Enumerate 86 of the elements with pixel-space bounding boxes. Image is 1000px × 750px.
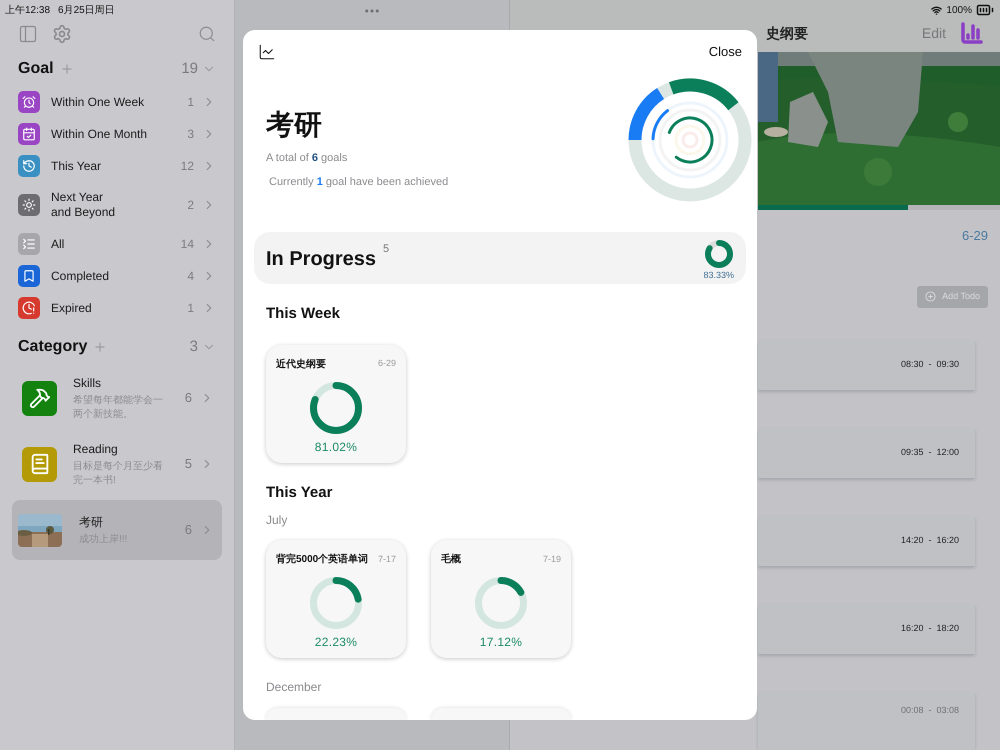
in-progress-label: In Progress: [266, 246, 376, 272]
todo-time: 16:20 - 18:20: [900, 622, 959, 635]
todo-card[interactable]: 09:35 - 12:00: [758, 428, 975, 478]
category-name: Reading: [73, 441, 119, 458]
close-button[interactable]: Close: [708, 42, 742, 62]
sidebar-toggle-icon[interactable]: [18, 24, 38, 44]
summary-text: Currently 1 goal have been achieved: [269, 175, 448, 190]
progress-ring: [475, 577, 527, 629]
add-icon[interactable]: [60, 62, 74, 76]
category-description: 目标是每个月至少看完一本书!: [73, 460, 164, 488]
item-label: This Year: [51, 158, 102, 174]
search-icon[interactable]: [198, 25, 216, 43]
add-icon: [925, 291, 936, 302]
in-progress-percent: 83.33%: [703, 268, 734, 282]
item-count: 5: [184, 455, 192, 474]
item-label: All: [51, 236, 64, 252]
progress-ring: [310, 577, 362, 629]
item-count: 3: [187, 126, 194, 143]
category-list-item[interactable]: Reading 目标是每个月至少看完一本书! 5: [12, 434, 222, 494]
todo-card[interactable]: 14:20 - 16:20: [758, 516, 975, 566]
goal-percent: 81.02%: [314, 438, 358, 456]
goal-list-item[interactable]: Within One Month 3: [0, 118, 234, 150]
category-list-item[interactable]: Skills 希望每年都能学会一两个新技能。 6: [12, 368, 222, 428]
category-name: 考研: [79, 514, 104, 531]
item-count: 12: [180, 158, 194, 175]
item-label: Expired: [51, 300, 92, 316]
item-count: 4: [187, 268, 194, 285]
goal-date: 7-17: [378, 552, 396, 566]
progress-ring: [310, 382, 362, 434]
todo-time: 09:35 - 12:00: [900, 446, 959, 459]
item-count: 6: [184, 521, 192, 540]
goal-date: 6-29: [378, 357, 396, 370]
summary-text: A total of 6 goals: [266, 150, 348, 166]
goal-list-item[interactable]: Completed 4: [0, 260, 234, 292]
status-date: 6月25日周日: [58, 4, 115, 18]
goal-card[interactable]: 背完5000个英语单词 7-17 22.23%: [266, 540, 406, 658]
goal-list-item[interactable]: Within One Week 1: [0, 86, 234, 118]
item-label: Completed: [51, 268, 110, 284]
category-description: 希望每年都能学会一两个新技能。: [73, 394, 164, 422]
bar-chart-icon[interactable]: [960, 21, 984, 45]
section-title: Goal: [18, 59, 54, 79]
goal-card[interactable]: 毛概 7-19 17.12%: [431, 540, 571, 658]
in-progress-count: 5: [383, 242, 390, 256]
add-icon[interactable]: [93, 340, 108, 354]
goal-title: 近代史纲要: [276, 358, 326, 372]
battery-percent: 100%: [946, 4, 972, 18]
line-chart-icon[interactable]: [258, 42, 276, 61]
goal-date: 6-29: [962, 227, 988, 245]
todo-time: 00:08 - 03:08: [900, 704, 959, 716]
pane-title: 史纲要: [766, 24, 808, 42]
todo-card[interactable]: 16:20 - 18:20: [758, 604, 975, 654]
goal-list-item[interactable]: Next Year and Beyond 2: [0, 182, 234, 228]
goal-percent: 17.12%: [480, 634, 522, 651]
goal-card[interactable]: 近代史纲要 6-29 81.02%: [266, 344, 406, 462]
goal-title: 背完5000个英语单词: [276, 552, 368, 567]
goal-date: 7-19: [542, 552, 561, 566]
item-count: 2: [187, 197, 194, 214]
item-count: 6: [184, 389, 192, 408]
month-heading: December: [266, 679, 322, 696]
goal-list-item[interactable]: All 14: [0, 228, 234, 260]
goal-title: 毛概: [441, 552, 461, 567]
progress-ring: [704, 240, 733, 268]
section-count: 19: [181, 58, 198, 79]
month-heading: July: [266, 512, 288, 529]
todo-time: 08:30 - 09:30: [900, 358, 959, 371]
settings-icon[interactable]: [52, 24, 72, 44]
section-count: 3: [190, 336, 198, 357]
goal-list-item[interactable]: This Year 12: [0, 150, 234, 182]
wifi-icon: [931, 4, 942, 16]
item-count: 1: [187, 94, 194, 111]
todo-card[interactable]: 08:30 - 09:30: [758, 340, 975, 390]
category-name: Skills: [73, 375, 102, 392]
section-heading: This Week: [266, 304, 341, 324]
status-time: 上午12:38: [5, 4, 50, 18]
in-progress-card[interactable]: In Progress 5 83.33%: [254, 232, 746, 284]
category-title: 考研: [266, 108, 323, 142]
goal-percent: 22.23%: [314, 634, 358, 651]
goal-list-item[interactable]: Expired 1: [0, 292, 234, 324]
item-count: 1: [187, 300, 194, 317]
section-heading: This Year: [266, 482, 334, 502]
item-count: 14: [180, 236, 194, 253]
section-title: Category: [18, 337, 88, 357]
item-label: Next Year and Beyond: [51, 190, 116, 220]
item-label: Within One Month: [51, 126, 148, 142]
item-label: Within One Week: [51, 94, 144, 110]
todo-time: 14:20 - 16:20: [900, 534, 959, 547]
